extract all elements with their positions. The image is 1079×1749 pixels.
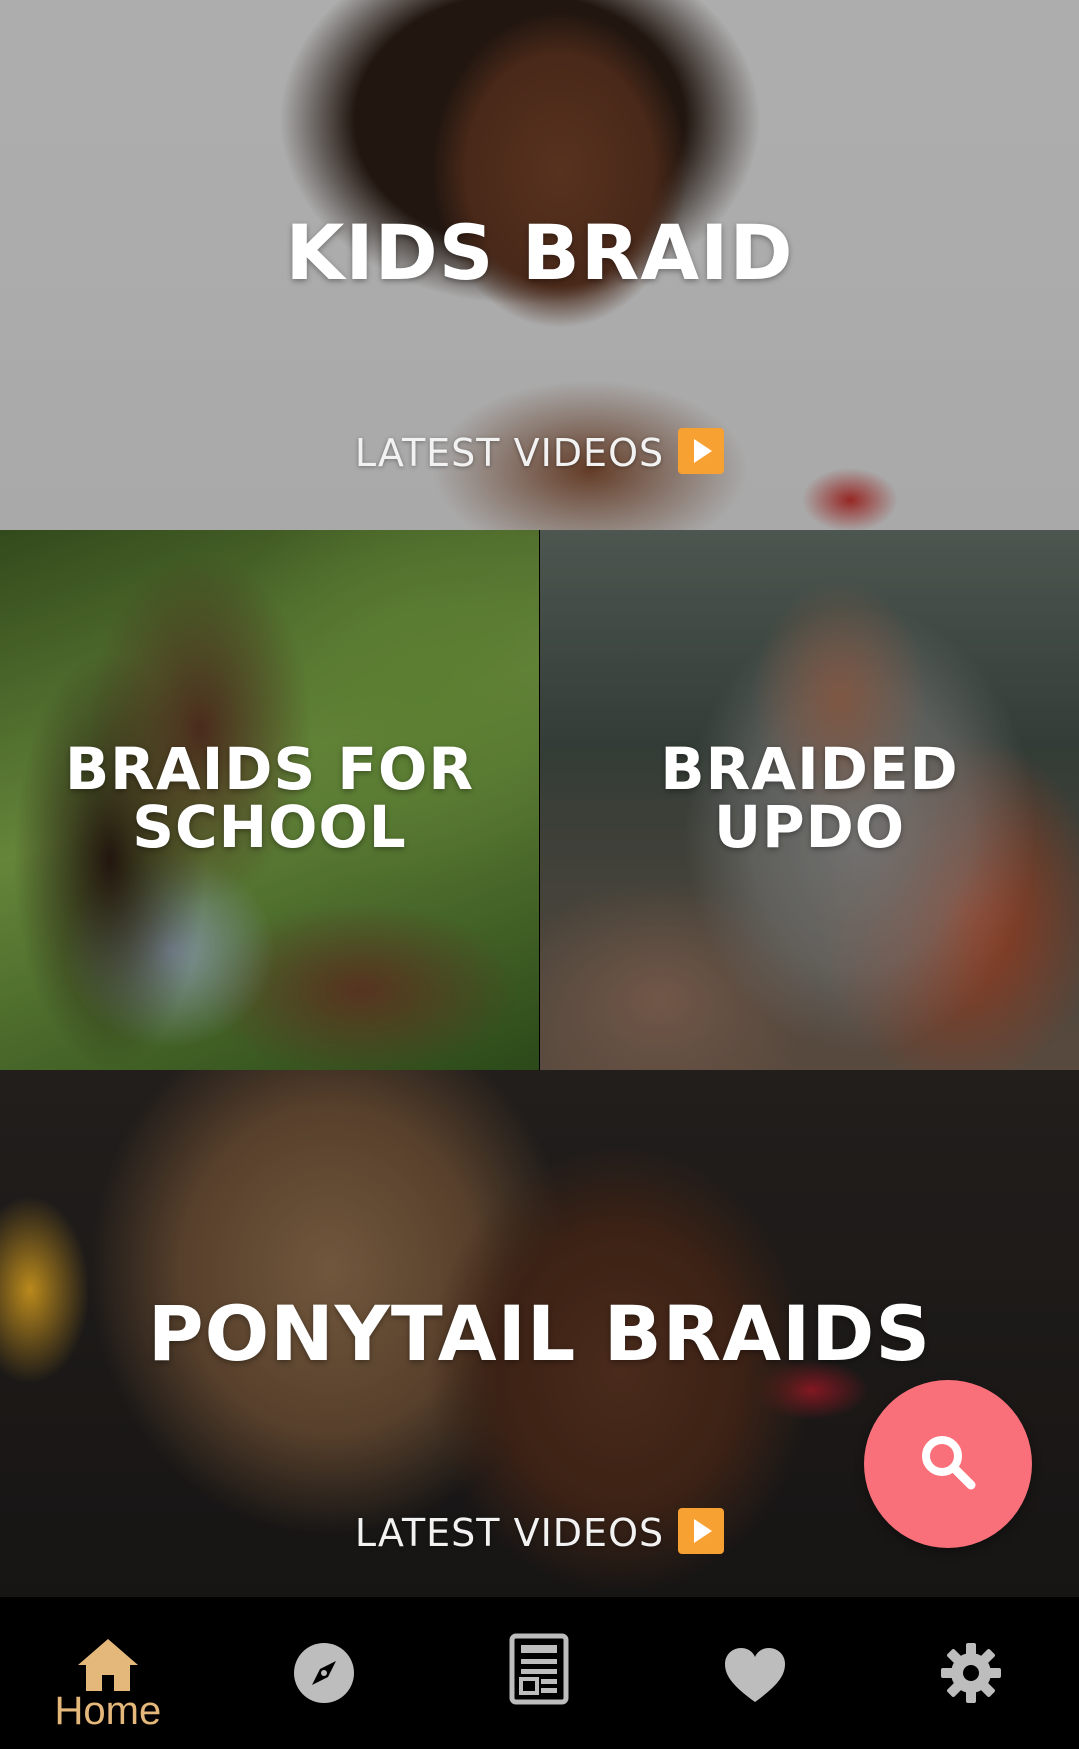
gear-icon xyxy=(933,1635,1009,1711)
nav-item-favorites[interactable] xyxy=(647,1597,863,1749)
play-icon xyxy=(678,428,725,474)
bottom-navigation: Home xyxy=(0,1597,1079,1749)
heart-icon xyxy=(717,1637,793,1713)
nav-item-explore[interactable] xyxy=(216,1597,432,1749)
newspaper-icon xyxy=(501,1631,577,1707)
nav-item-settings[interactable] xyxy=(863,1597,1079,1749)
tile-title: BRAIDS FOR SCHOOL xyxy=(64,735,475,861)
latest-videos-label: LATEST VIDEOS xyxy=(354,431,665,475)
latest-videos-label: LATEST VIDEOS xyxy=(354,1511,665,1555)
category-tile-kids-braid[interactable]: KIDS BRAID LATEST VIDEOS xyxy=(0,0,1079,530)
app-screen: KIDS BRAID LATEST VIDEOS BRAIDS FOR SCHO… xyxy=(0,0,1079,1749)
play-icon xyxy=(678,1508,725,1554)
nav-label-home: Home xyxy=(54,1689,162,1733)
tile-title: BRAIDED UPDO xyxy=(660,735,959,861)
category-tile-braids-for-school[interactable]: BRAIDS FOR SCHOOL xyxy=(0,530,539,1070)
category-tile-braided-updo[interactable]: BRAIDED UPDO xyxy=(540,530,1079,1070)
tile-title: KIDS BRAID xyxy=(285,208,794,297)
search-button[interactable] xyxy=(864,1380,1032,1548)
latest-videos-link[interactable]: LATEST VIDEOS xyxy=(0,428,1079,475)
nav-item-home[interactable]: Home xyxy=(0,1597,216,1749)
compass-icon xyxy=(286,1635,362,1711)
search-icon xyxy=(916,1430,980,1499)
nav-item-news[interactable] xyxy=(432,1597,648,1749)
tile-title: PONYTAIL BRAIDS xyxy=(147,1289,932,1378)
